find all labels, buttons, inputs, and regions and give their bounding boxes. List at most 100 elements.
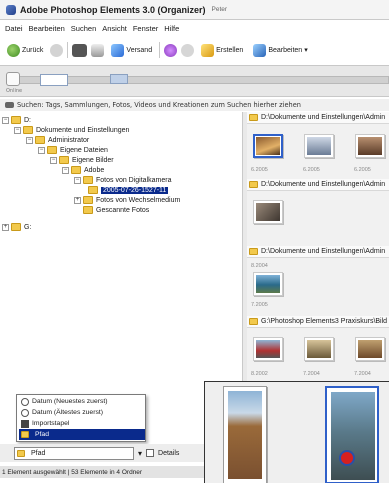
collapse-icon[interactable]: − <box>62 166 69 174</box>
photo-date: 7.2004 <box>303 371 320 377</box>
tree-node-administrator[interactable]: − Administrator <box>26 135 89 145</box>
window-title: Adobe Photoshop Elements 3.0 (Organizer) <box>20 4 206 15</box>
sort-option-path[interactable]: Pfad <box>19 429 145 440</box>
group-header[interactable]: G:\Photoshop Elements3 Praxiskurs\Bild <box>247 316 389 328</box>
sort-option-import-batch[interactable]: Importstapel <box>19 418 145 429</box>
create-icon <box>201 43 215 57</box>
tree-node-label: Eigene Dateien <box>60 146 108 154</box>
photo-thumbnail[interactable] <box>223 386 267 483</box>
collapse-icon[interactable]: − <box>14 126 21 134</box>
folder-tree: − D: − Dokumente und Einstellungen − Admini… <box>0 112 243 390</box>
menu-fenster[interactable]: Fenster <box>133 24 158 33</box>
group-header[interactable]: D:\Dokumente und Einstellungen\Admin <box>247 246 389 258</box>
tree-node-eigene-dateien[interactable]: − Eigene Dateien <box>38 145 108 155</box>
collapse-icon[interactable]: − <box>2 116 9 124</box>
tree-node-fotos-digitalkamera[interactable]: − Fotos von Digitalkamera <box>74 175 171 185</box>
tree-node-g[interactable]: + G: <box>2 222 31 232</box>
collapse-icon[interactable]: − <box>26 136 33 144</box>
menu-bearbeiten[interactable]: Bearbeiten <box>29 24 65 33</box>
create-button[interactable]: Erstellen <box>198 41 246 59</box>
menu-suchen[interactable]: Suchen <box>71 24 96 33</box>
status-text: 1 Element ausgewählt | 53 Elemente in 4 … <box>2 468 143 476</box>
photo-image <box>307 137 331 155</box>
timeline-label: Online <box>6 88 23 94</box>
photo-thumbnail[interactable] <box>253 272 283 296</box>
tree-node-label: Administrator <box>48 136 90 144</box>
app-icon <box>6 4 16 15</box>
photo-image <box>256 340 280 358</box>
tree-node-gescannte-fotos[interactable]: Gescannte Fotos <box>83 205 149 215</box>
zoom-detail-overlay <box>204 381 389 483</box>
expand-icon[interactable]: + <box>74 196 81 204</box>
photo-date: 6.2005 <box>303 167 320 173</box>
photo-thumbnail[interactable] <box>355 134 385 158</box>
timeline-range-block[interactable] <box>40 74 68 86</box>
send-icon <box>111 43 125 57</box>
tree-node-d[interactable]: − D: <box>2 115 31 125</box>
photo-thumbnail[interactable] <box>355 337 385 361</box>
photo-image <box>256 275 280 293</box>
menu-datei[interactable]: Datei <box>5 24 23 33</box>
tree-node-label: D: <box>24 116 31 124</box>
photo-thumbnail[interactable] <box>253 200 283 224</box>
timeline-handle-icon[interactable] <box>6 72 20 86</box>
tree-node-selected-folder[interactable]: 2005-07-26-1527-11 <box>88 185 169 195</box>
photo-thumbnail[interactable] <box>253 337 283 361</box>
tree-node-label: Adobe <box>84 166 105 174</box>
photo-thumbnail[interactable] <box>304 134 334 158</box>
edit-button-label: Bearbeiten <box>268 46 303 54</box>
menu-ansicht[interactable]: Ansicht <box>102 24 127 33</box>
details-checkbox[interactable] <box>146 449 155 457</box>
folder-icon <box>249 248 258 255</box>
sort-option-newest[interactable]: Datum (Neuestes zuerst) <box>19 396 145 407</box>
chevron-down-icon[interactable]: ▾ <box>138 449 142 458</box>
search-drop-bar[interactable]: Suchen: Tags, Sammlungen, Fotos, Videos … <box>0 99 389 111</box>
view-mode-icon[interactable] <box>72 43 88 57</box>
folder-icon <box>249 318 258 325</box>
tree-node-adobe[interactable]: − Adobe <box>62 165 104 175</box>
sort-order-select[interactable]: Pfad <box>14 446 134 460</box>
sort-option-oldest[interactable]: Datum (Ältestes zuerst) <box>19 407 145 418</box>
group-header[interactable]: D:\Dokumente und Einstellungen\Admin <box>247 179 389 191</box>
send-button-label: Versand <box>126 46 153 54</box>
photo-date: 7.2004 <box>354 371 371 377</box>
photo-thumbnail[interactable] <box>325 386 379 483</box>
tree-node-label: Dokumente und Einstellungen <box>36 126 130 134</box>
timeline-range-block[interactable] <box>110 74 128 84</box>
folder-icon <box>83 176 93 184</box>
folder-icon <box>83 196 93 204</box>
folder-icon <box>249 114 258 121</box>
collapse-icon[interactable]: − <box>74 176 81 184</box>
folder-icon <box>83 206 93 214</box>
sort-option-label: Datum (Ältestes zuerst) <box>32 409 104 416</box>
organizer-window: Adobe Photoshop Elements 3.0 (Organizer)… <box>0 0 389 483</box>
tree-node-dokumente[interactable]: − Dokumente und Einstellungen <box>14 125 129 135</box>
print-icon[interactable] <box>91 43 105 57</box>
tree-node-eigene-bilder[interactable]: − Eigene Bilder <box>50 155 114 165</box>
send-button[interactable]: Versand <box>108 41 155 59</box>
photo-date: 6.2005 <box>354 167 371 173</box>
tree-node-fotos-wechselmedium[interactable]: + Fotos von Wechselmedium <box>74 195 180 205</box>
sort-order-value: Pfad <box>31 449 46 457</box>
timeline-track[interactable] <box>18 76 389 84</box>
group-header[interactable]: D:\Dokumente und Einstellungen\Admin <box>247 112 389 124</box>
menu-hilfe[interactable]: Hilfe <box>164 24 179 33</box>
collapse-icon[interactable]: − <box>38 146 45 154</box>
back-button[interactable]: Zurück <box>4 41 46 59</box>
sort-order-menu: Datum (Neuestes zuerst) Datum (Ältestes … <box>16 394 146 442</box>
collapse-icon[interactable]: − <box>50 156 57 164</box>
folder-icon <box>11 116 21 124</box>
timeline[interactable]: Online <box>0 65 389 97</box>
forward-arrow-icon[interactable] <box>50 43 64 57</box>
expand-icon[interactable]: + <box>2 223 9 231</box>
tree-node-label: Fotos von Wechselmedium <box>96 196 181 204</box>
photo-thumbnail[interactable] <box>253 134 283 158</box>
photo-image <box>256 137 280 155</box>
photo-thumbnail[interactable] <box>304 337 334 361</box>
rotate-left-icon[interactable] <box>164 43 178 57</box>
edit-button[interactable]: Bearbeiten ▾ <box>250 41 310 59</box>
chevron-down-icon: ▾ <box>304 47 308 54</box>
photo-image <box>331 392 375 480</box>
rotate-right-icon[interactable] <box>181 43 195 57</box>
group-path: G:\Photoshop Elements3 Praxiskurs\Bild <box>261 318 388 325</box>
